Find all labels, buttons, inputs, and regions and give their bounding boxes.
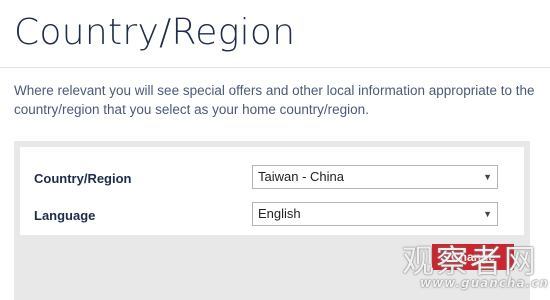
country-region-select[interactable]: Taiwan - China ▼ [252,165,498,189]
watermark-url: www.guancha.cn [420,276,549,290]
country-region-page: Country/Region Where relevant you will s… [0,0,550,300]
chevron-down-icon: ▼ [483,209,492,219]
language-value: English [258,206,301,221]
language-label: Language [34,208,96,223]
country-region-label: Country/Region [34,171,132,186]
page-title: Country/Region [14,12,296,53]
intro-text: Where relevant you will see special offe… [14,83,535,117]
settings-form: Country/Region Taiwan - China ▼ Language… [20,147,524,235]
language-select[interactable]: English ▼ [252,202,498,226]
title-divider [0,67,550,68]
chevron-down-icon: ▼ [483,172,492,182]
country-region-value: Taiwan - China [258,169,344,184]
